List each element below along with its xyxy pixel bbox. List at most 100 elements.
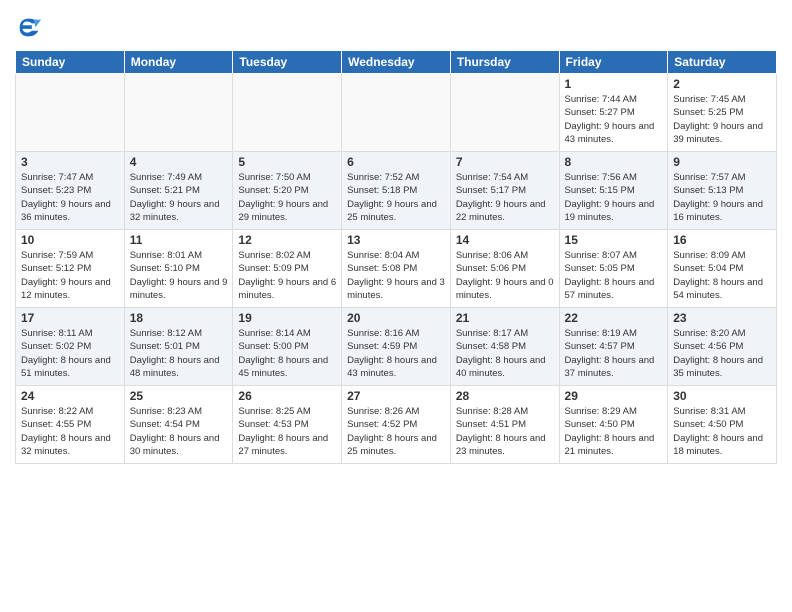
day-number: 29 (565, 389, 663, 403)
day-info: Sunrise: 8:23 AM Sunset: 4:54 PM Dayligh… (130, 405, 228, 458)
day-info: Sunrise: 8:31 AM Sunset: 4:50 PM Dayligh… (673, 405, 771, 458)
day-number: 20 (347, 311, 445, 325)
calendar-cell (342, 74, 451, 152)
day-number: 8 (565, 155, 663, 169)
day-info: Sunrise: 8:29 AM Sunset: 4:50 PM Dayligh… (565, 405, 663, 458)
day-info: Sunrise: 8:09 AM Sunset: 5:04 PM Dayligh… (673, 249, 771, 302)
calendar-cell: 28Sunrise: 8:28 AM Sunset: 4:51 PM Dayli… (450, 386, 559, 464)
weekday-header-saturday: Saturday (668, 51, 777, 74)
calendar-cell: 22Sunrise: 8:19 AM Sunset: 4:57 PM Dayli… (559, 308, 668, 386)
day-number: 12 (238, 233, 336, 247)
calendar-cell: 26Sunrise: 8:25 AM Sunset: 4:53 PM Dayli… (233, 386, 342, 464)
calendar-cell: 23Sunrise: 8:20 AM Sunset: 4:56 PM Dayli… (668, 308, 777, 386)
day-number: 4 (130, 155, 228, 169)
day-info: Sunrise: 8:04 AM Sunset: 5:08 PM Dayligh… (347, 249, 445, 302)
calendar-cell: 5 Sunrise: 7:50 AM Sunset: 5:20 PM Daylig… (233, 152, 342, 230)
weekday-header-sunday: Sunday (16, 51, 125, 74)
weekday-header-monday: Monday (124, 51, 233, 74)
day-number: 7 (456, 155, 554, 169)
day-number: 1 (565, 77, 663, 91)
day-number: 15 (565, 233, 663, 247)
calendar-cell: 16 Sunrise: 8:09 AM Sunset: 5:04 PM Dayli… (668, 230, 777, 308)
day-info: Sunrise: 8:22 AM Sunset: 4:55 PM Dayligh… (21, 405, 119, 458)
day-number: 27 (347, 389, 445, 403)
day-info: Sunrise: 8:28 AM Sunset: 4:51 PM Dayligh… (456, 405, 554, 458)
day-info: Sunrise: 8:12 AM Sunset: 5:01 PM Dayligh… (130, 327, 228, 380)
calendar-cell: 29 Sunrise: 8:29 AM Sunset: 4:50 PM Dayli… (559, 386, 668, 464)
day-info: Sunrise: 8:02 AM Sunset: 5:09 PM Dayligh… (238, 249, 336, 302)
calendar: SundayMondayTuesdayWednesdayThursdayFrid… (15, 50, 777, 464)
calendar-cell: 1 Sunrise: 7:44 AM Sunset: 5:27 PM Daylig… (559, 74, 668, 152)
day-info: Sunrise: 8:14 AM Sunset: 5:00 PM Dayligh… (238, 327, 336, 380)
day-number: 13 (347, 233, 445, 247)
day-number: 16 (673, 233, 771, 247)
calendar-cell: 9 Sunrise: 7:57 AM Sunset: 5:13 PM Daylig… (668, 152, 777, 230)
day-number: 3 (21, 155, 119, 169)
calendar-cell: 25 Sunrise: 8:23 AM Sunset: 4:54 PM Dayli… (124, 386, 233, 464)
calendar-cell: 13 Sunrise: 8:04 AM Sunset: 5:08 PM Dayli… (342, 230, 451, 308)
calendar-cell: 14 Sunrise: 8:06 AM Sunset: 5:06 PM Dayli… (450, 230, 559, 308)
day-info: Sunrise: 7:50 AM Sunset: 5:20 PM Dayligh… (238, 171, 336, 224)
weekday-header-tuesday: Tuesday (233, 51, 342, 74)
day-info: Sunrise: 8:07 AM Sunset: 5:05 PM Dayligh… (565, 249, 663, 302)
day-info: Sunrise: 7:44 AM Sunset: 5:27 PM Dayligh… (565, 93, 663, 146)
calendar-cell (233, 74, 342, 152)
calendar-cell: 6Sunrise: 7:52 AM Sunset: 5:18 PM Daylig… (342, 152, 451, 230)
calendar-header-row: SundayMondayTuesdayWednesdayThursdayFrid… (16, 51, 777, 74)
calendar-cell: 4 Sunrise: 7:49 AM Sunset: 5:21 PM Daylig… (124, 152, 233, 230)
day-info: Sunrise: 8:26 AM Sunset: 4:52 PM Dayligh… (347, 405, 445, 458)
day-info: Sunrise: 7:56 AM Sunset: 5:15 PM Dayligh… (565, 171, 663, 224)
calendar-cell: 27 Sunrise: 8:26 AM Sunset: 4:52 PM Dayli… (342, 386, 451, 464)
weekday-header-friday: Friday (559, 51, 668, 74)
calendar-cell: 17Sunrise: 8:11 AM Sunset: 5:02 PM Dayli… (16, 308, 125, 386)
page: SundayMondayTuesdayWednesdayThursdayFrid… (0, 0, 792, 612)
calendar-cell: 18 Sunrise: 8:12 AM Sunset: 5:01 PM Dayli… (124, 308, 233, 386)
header (15, 10, 777, 42)
day-number: 21 (456, 311, 554, 325)
day-number: 18 (130, 311, 228, 325)
calendar-cell: 11 Sunrise: 8:01 AM Sunset: 5:10 PM Dayli… (124, 230, 233, 308)
week-row-4: 17Sunrise: 8:11 AM Sunset: 5:02 PM Dayli… (16, 308, 777, 386)
week-row-1: 1 Sunrise: 7:44 AM Sunset: 5:27 PM Daylig… (16, 74, 777, 152)
calendar-cell: 10 Sunrise: 7:59 AM Sunset: 5:12 PM Dayli… (16, 230, 125, 308)
day-info: Sunrise: 7:49 AM Sunset: 5:21 PM Dayligh… (130, 171, 228, 224)
calendar-cell: 2 Sunrise: 7:45 AM Sunset: 5:25 PM Daylig… (668, 74, 777, 152)
week-row-3: 10 Sunrise: 7:59 AM Sunset: 5:12 PM Dayli… (16, 230, 777, 308)
day-number: 23 (673, 311, 771, 325)
calendar-cell: 21 Sunrise: 8:17 AM Sunset: 4:58 PM Dayli… (450, 308, 559, 386)
day-number: 25 (130, 389, 228, 403)
calendar-cell: 8 Sunrise: 7:56 AM Sunset: 5:15 PM Daylig… (559, 152, 668, 230)
day-number: 10 (21, 233, 119, 247)
day-number: 30 (673, 389, 771, 403)
calendar-cell: 15 Sunrise: 8:07 AM Sunset: 5:05 PM Dayli… (559, 230, 668, 308)
day-info: Sunrise: 7:57 AM Sunset: 5:13 PM Dayligh… (673, 171, 771, 224)
day-info: Sunrise: 8:06 AM Sunset: 5:06 PM Dayligh… (456, 249, 554, 302)
day-info: Sunrise: 8:16 AM Sunset: 4:59 PM Dayligh… (347, 327, 445, 380)
day-number: 24 (21, 389, 119, 403)
calendar-cell (124, 74, 233, 152)
day-info: Sunrise: 8:01 AM Sunset: 5:10 PM Dayligh… (130, 249, 228, 302)
week-row-5: 24 Sunrise: 8:22 AM Sunset: 4:55 PM Dayli… (16, 386, 777, 464)
calendar-cell (450, 74, 559, 152)
day-info: Sunrise: 7:45 AM Sunset: 5:25 PM Dayligh… (673, 93, 771, 146)
day-number: 11 (130, 233, 228, 247)
day-number: 17 (21, 311, 119, 325)
day-number: 14 (456, 233, 554, 247)
calendar-cell: 7Sunrise: 7:54 AM Sunset: 5:17 PM Daylig… (450, 152, 559, 230)
calendar-cell: 30 Sunrise: 8:31 AM Sunset: 4:50 PM Dayli… (668, 386, 777, 464)
day-info: Sunrise: 8:25 AM Sunset: 4:53 PM Dayligh… (238, 405, 336, 458)
calendar-cell: 12 Sunrise: 8:02 AM Sunset: 5:09 PM Dayli… (233, 230, 342, 308)
day-number: 6 (347, 155, 445, 169)
day-info: Sunrise: 7:47 AM Sunset: 5:23 PM Dayligh… (21, 171, 119, 224)
day-number: 19 (238, 311, 336, 325)
day-number: 9 (673, 155, 771, 169)
day-number: 2 (673, 77, 771, 91)
day-number: 5 (238, 155, 336, 169)
day-info: Sunrise: 8:19 AM Sunset: 4:57 PM Dayligh… (565, 327, 663, 380)
logo (15, 14, 45, 42)
day-info: Sunrise: 7:59 AM Sunset: 5:12 PM Dayligh… (21, 249, 119, 302)
calendar-cell (16, 74, 125, 152)
weekday-header-thursday: Thursday (450, 51, 559, 74)
calendar-cell: 19 Sunrise: 8:14 AM Sunset: 5:00 PM Dayli… (233, 308, 342, 386)
day-info: Sunrise: 8:17 AM Sunset: 4:58 PM Dayligh… (456, 327, 554, 380)
